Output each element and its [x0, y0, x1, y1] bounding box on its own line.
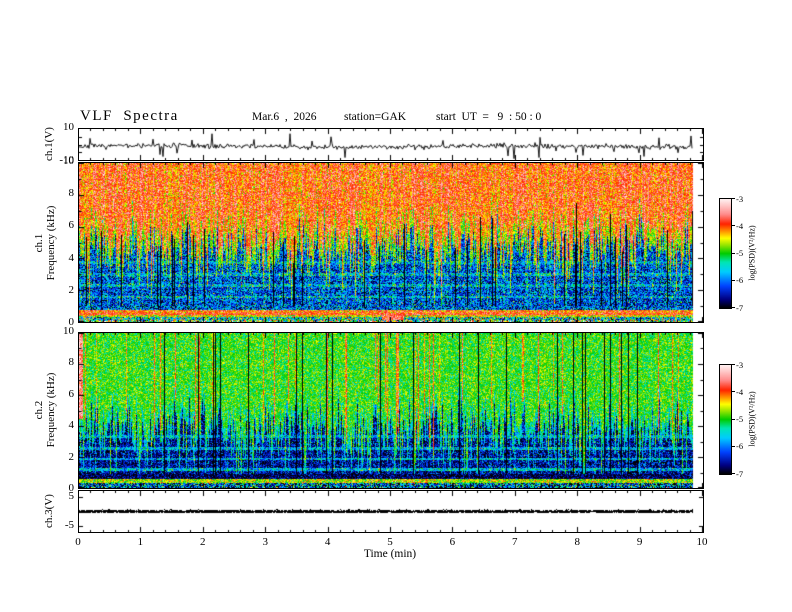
colorbar-ch2-tick-label: -4	[736, 386, 744, 397]
colorbar-ch2-tick-label: -3	[736, 359, 744, 370]
ytick-label-ch1v: 10	[63, 121, 74, 133]
colorbar-ch1-unit-label: log(PSD)(V²/Hz)	[747, 225, 757, 281]
colorbar-ch1-gradient	[720, 199, 731, 308]
colorbar-ch2-tick-mark	[731, 446, 735, 447]
xtick-label: 2	[200, 536, 206, 548]
ytick-label-ch3v: 5	[68, 489, 75, 502]
xtick-label: 8	[574, 536, 580, 548]
xtick-label: 1	[137, 536, 144, 548]
colorbar-ch1-tick-mark	[731, 307, 735, 308]
ytick-label-ch1f: 6	[68, 219, 75, 232]
ch1-spectrogram-canvas	[79, 163, 703, 322]
ytick-label-ch1f: 10	[63, 155, 74, 167]
xtick-label: 10	[696, 536, 708, 548]
ytick-label-ch2f: 10	[63, 325, 74, 337]
colorbar-ch1-tick-label: -6	[736, 275, 744, 286]
ytick-label-ch2f: 4	[68, 419, 75, 432]
colorbar-ch1-tick-label: -4	[736, 220, 744, 231]
ytick-label-ch2f: 6	[68, 387, 75, 400]
colorbar-ch2-tick-mark	[731, 364, 735, 365]
colorbar-ch2-tick-label: -6	[736, 441, 744, 452]
xtick-label: 5	[387, 536, 393, 548]
ch1-frequency-axis-label: ch.1 Frequency (kHz)	[33, 206, 57, 281]
header-station: station=GAK	[344, 111, 407, 123]
xtick-label: 3	[262, 536, 268, 548]
ch3-trace-canvas	[79, 491, 703, 532]
colorbar-ch2-tick-label: -5	[736, 414, 744, 424]
xtick-label: 6	[449, 536, 456, 548]
colorbar-ch2-tick-mark	[731, 391, 735, 392]
panel-ch1-waveform	[78, 128, 704, 161]
colorbar-ch1-tick-label: -7	[736, 302, 744, 313]
panel-ch1-spectrogram	[78, 162, 704, 323]
vlf-spectra-figure: VLF Spectra Mar.6 , 2026 station=GAK sta…	[0, 0, 792, 612]
colorbar-ch1-tick-mark	[731, 280, 735, 281]
ch1-label-channel: ch.1	[33, 233, 45, 253]
colorbar-ch2-tick-mark	[731, 473, 735, 474]
ch2-label-axis: Frequency (kHz)	[45, 372, 57, 448]
colorbar-ch2-gradient	[720, 365, 731, 474]
ytick-label-ch2f: 8	[68, 356, 75, 369]
ytick-label-ch1f: 4	[68, 251, 75, 264]
xtick-label: 9	[636, 536, 643, 548]
ytick-label-ch1f: 8	[68, 187, 75, 200]
figure-title: VLF Spectra	[80, 108, 179, 124]
colorbar-ch2-tick-label: -7	[736, 468, 744, 479]
colorbar-ch1-tick-mark	[731, 198, 735, 199]
ch1-waveform-canvas	[79, 129, 703, 160]
colorbar-ch2-unit-label: log(PSD)(V²/Hz)	[747, 391, 757, 447]
ytick-label-ch2f: 2	[68, 450, 75, 463]
colorbar-ch1-tick-mark	[731, 253, 735, 254]
ch2-spectrogram-canvas	[79, 333, 703, 488]
ytick-label-ch3v: -5	[64, 519, 74, 532]
colorbar-ch2-tick-mark	[731, 419, 735, 420]
header-date: Mar.6 , 2026	[252, 111, 317, 123]
colorbar-ch1-tick-label: -3	[736, 193, 744, 204]
panel-ch2-spectrogram	[78, 332, 704, 489]
xtick-label: 4	[324, 536, 331, 548]
panel-ch3-trace	[78, 490, 704, 533]
ch1-label-axis: Frequency (kHz)	[45, 205, 57, 281]
header-start-ut: start UT = 9 : 50 : 0	[436, 111, 542, 123]
xtick-label: 0	[75, 536, 81, 548]
time-axis-label: Time (min)	[363, 548, 417, 560]
colorbar-ch1-tick-label: -5	[736, 248, 744, 258]
colorbar-ch1-tick-mark	[731, 225, 735, 226]
xtick-label: 7	[512, 536, 518, 548]
ch2-label-channel: ch.2	[33, 400, 45, 420]
ch2-frequency-axis-label: ch.2 Frequency (kHz)	[33, 373, 57, 448]
ytick-label-ch1f: 2	[68, 283, 75, 296]
